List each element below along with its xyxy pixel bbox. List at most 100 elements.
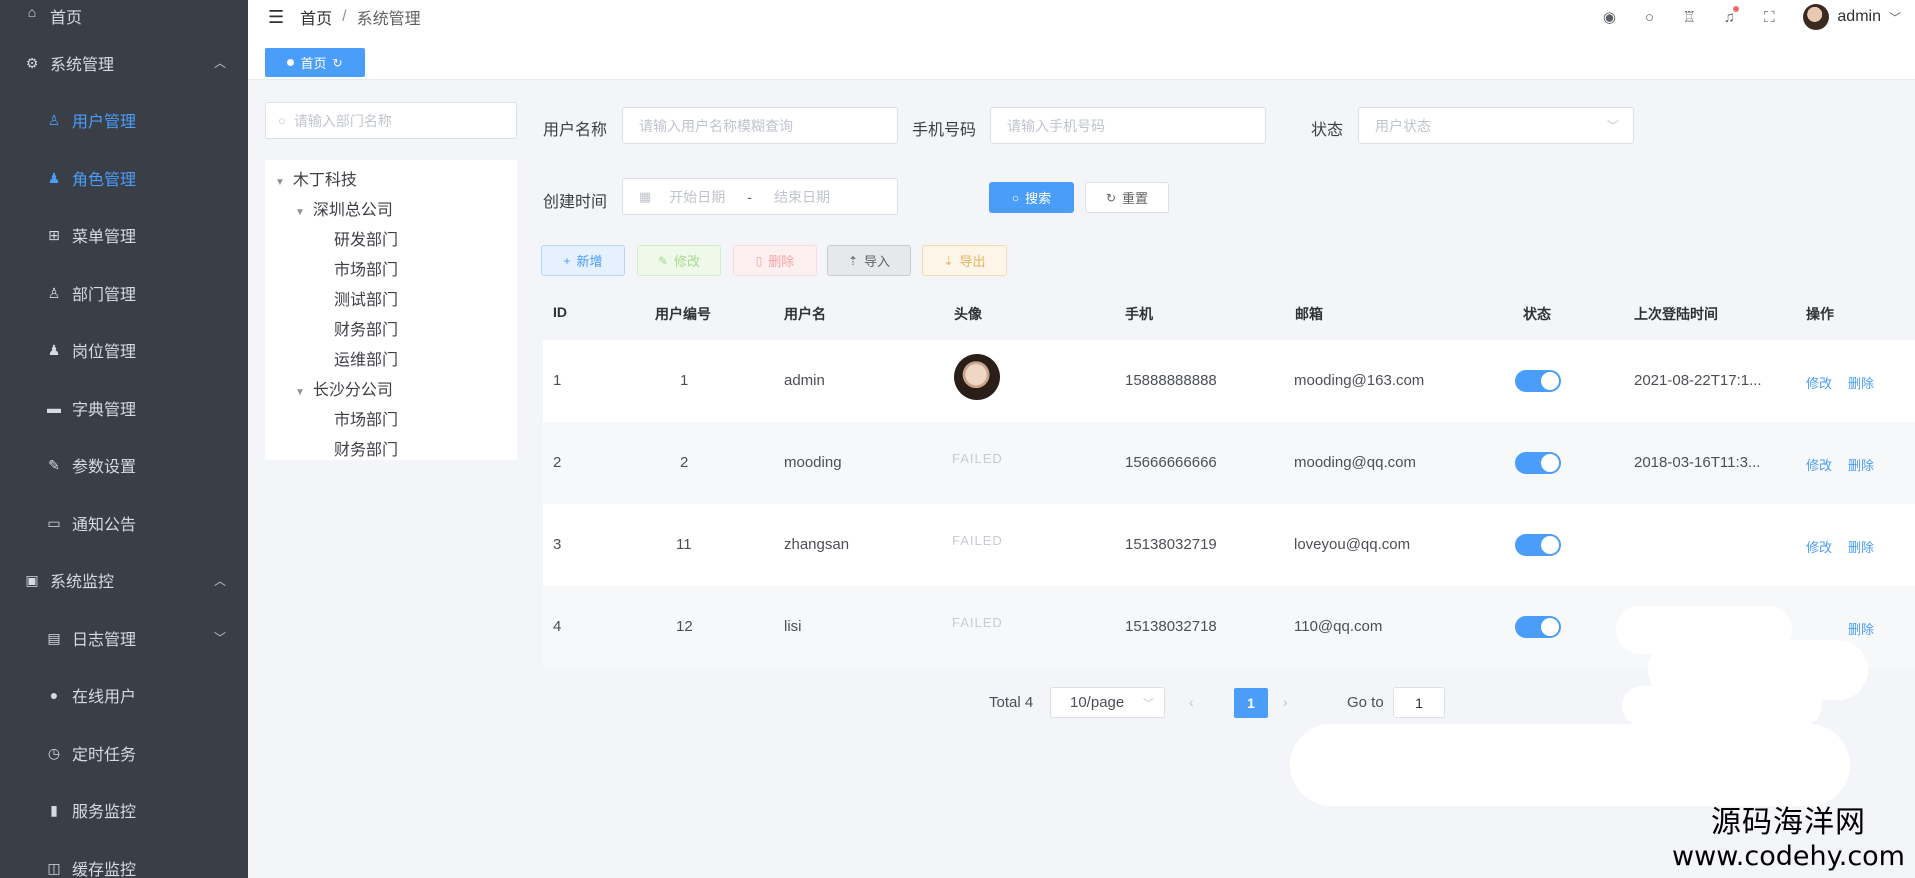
fullscreen-icon[interactable]: ⛶	[1749, 9, 1789, 26]
sidebar-item-label: 字典管理	[72, 401, 137, 419]
import-button[interactable]: ⇡ 导入	[827, 245, 911, 276]
github-icon[interactable]: ◉	[1589, 8, 1629, 26]
avatar[interactable]	[1803, 4, 1830, 30]
export-button[interactable]: ⇣ 导出	[922, 245, 1007, 276]
sidebar-item-posts[interactable]: ♟ 岗位管理	[0, 322, 248, 380]
sidebar-item-system[interactable]: ⚙ 系统管理 ︿	[0, 34, 248, 92]
row-edit-link[interactable]: 修改	[1806, 455, 1832, 474]
tree-node-root[interactable]: ▼ 木丁科技	[275, 166, 357, 190]
tree-node-leaf[interactable]: 研发部门	[334, 226, 398, 250]
sidebar-item-server[interactable]: ▮ 服务监控	[0, 782, 248, 840]
sidebar-item-depts[interactable]: ♙ 部门管理	[0, 264, 248, 322]
refresh-icon[interactable]: ↻	[332, 56, 342, 70]
sidebar-item-dicts[interactable]: ▬ 字典管理	[0, 379, 248, 437]
username-input[interactable]: 请输入用户名称模糊查询	[622, 107, 898, 144]
grid-icon: ⊞	[48, 227, 60, 244]
tree-node-leaf[interactable]: 测试部门	[334, 286, 398, 310]
date-range-picker[interactable]: ▦ 开始日期 - 结束日期	[622, 178, 898, 215]
sidebar-item-jobs[interactable]: ◷ 定时任务	[0, 724, 248, 782]
tree-node-branch[interactable]: ▼ 长沙分公司	[295, 376, 393, 400]
username-label: 用户名称	[543, 122, 608, 139]
caret-down-icon[interactable]: ▼	[275, 177, 285, 188]
status-select[interactable]: 用户状态 ﹀	[1358, 107, 1634, 144]
row-edit-link[interactable]: 修改	[1806, 537, 1832, 556]
sidebar-item-logs[interactable]: ▤ 日志管理 ﹀	[0, 609, 248, 667]
chevron-down-icon[interactable]: ﹀	[1889, 9, 1901, 26]
search-icon[interactable]: ○	[1629, 9, 1669, 26]
reset-button-label: 重置	[1122, 191, 1149, 206]
search-button[interactable]: ○ 搜索	[989, 182, 1074, 213]
row-delete-link[interactable]: 删除	[1848, 455, 1874, 474]
breadcrumb-home[interactable]: 首页	[300, 5, 332, 29]
sidebar-item-label: 岗位管理	[72, 344, 137, 362]
tree-node-leaf[interactable]: 市场部门	[334, 256, 398, 280]
message-icon: ▭	[47, 514, 61, 531]
column-header-id: ID	[553, 304, 567, 320]
sidebar-item-roles[interactable]: ♟ 角色管理	[0, 149, 248, 207]
caret-down-icon[interactable]: ▼	[295, 207, 305, 218]
export-button-label: 导出	[959, 254, 986, 269]
page-size-select[interactable]: 10/page ﹀	[1050, 687, 1165, 718]
chevron-down-icon: ﹀	[1143, 697, 1154, 710]
cell-id: 4	[553, 618, 562, 635]
status-placeholder: 用户状态	[1375, 117, 1431, 134]
phone-input[interactable]: 请输入手机号码	[990, 107, 1266, 144]
redaction-smudge	[1622, 686, 1822, 726]
row-edit-link[interactable]: 修改	[1806, 373, 1832, 392]
bell-icon[interactable]: ♫	[1709, 5, 1749, 26]
hamburger-icon[interactable]: ☰	[268, 7, 284, 28]
sidebar-item-monitor[interactable]: ▣ 系统监控 ︿	[0, 552, 248, 610]
sidebar-item-notices[interactable]: ▭ 通知公告	[0, 494, 248, 552]
search-icon: ○	[278, 113, 286, 128]
sidebar-item-label: 定时任务	[72, 746, 137, 764]
sidebar-item-params[interactable]: ✎ 参数设置	[0, 437, 248, 495]
next-page-icon[interactable]: ›	[1283, 694, 1288, 710]
reset-button[interactable]: ↻ 重置	[1085, 182, 1169, 213]
status-switch[interactable]	[1515, 534, 1561, 556]
dept-search-input[interactable]: ○ 请输入部门名称	[265, 102, 517, 139]
delete-button[interactable]: ▯ 删除	[733, 245, 817, 276]
sidebar-item-label: 首页	[50, 10, 83, 27]
cell-username: mooding	[784, 454, 842, 471]
theme-shirt-icon[interactable]: ♖	[1669, 8, 1709, 26]
column-header-status: 状态	[1523, 306, 1551, 322]
table-row: 2 2 mooding FAILED 15666666666 mooding@q…	[543, 422, 1915, 504]
redaction-smudge	[1290, 724, 1850, 806]
prev-page-icon[interactable]: ‹	[1189, 694, 1194, 710]
row-delete-link[interactable]: 删除	[1848, 619, 1874, 638]
column-header-avatar: 头像	[954, 306, 982, 322]
delete-button-label: 删除	[768, 254, 795, 269]
row-delete-link[interactable]: 删除	[1848, 537, 1874, 556]
sidebar-item-home[interactable]: ⌂ 首页	[0, 0, 248, 34]
sidebar-item-label: 部门管理	[72, 286, 137, 304]
add-button[interactable]: + 新增	[541, 245, 625, 276]
tree-node-leaf[interactable]: 市场部门	[334, 406, 398, 430]
date-separator: -	[747, 188, 752, 205]
sidebar-item-menus[interactable]: ⊞ 菜单管理	[0, 207, 248, 265]
avatar-failed-placeholder: FAILED	[952, 451, 1003, 466]
sidebar-item-cache[interactable]: ◫ 缓存监控	[0, 839, 248, 878]
watermark-line1: 源码海洋网	[1711, 805, 1867, 840]
sidebar-item-users[interactable]: ♙ 用户管理	[0, 92, 248, 150]
row-delete-link[interactable]: 删除	[1848, 373, 1874, 392]
page-size-value: 10/page	[1070, 694, 1125, 711]
edit-button[interactable]: ✎ 修改	[637, 245, 721, 276]
tree-node-label: 长沙分公司	[312, 382, 393, 399]
status-switch[interactable]	[1515, 370, 1561, 392]
cell-email: mooding@163.com	[1294, 372, 1425, 389]
tree-node-branch[interactable]: ▼ 深圳总公司	[295, 196, 393, 220]
avatar-failed-placeholder: FAILED	[952, 615, 1003, 630]
tree-node-leaf[interactable]: 财务部门	[334, 316, 398, 340]
tree-node-leaf[interactable]: 运维部门	[334, 346, 398, 370]
status-switch[interactable]	[1515, 616, 1561, 638]
username[interactable]: admin	[1837, 8, 1881, 26]
tree-node-leaf[interactable]: 财务部门	[334, 436, 398, 460]
caret-down-icon[interactable]: ▼	[295, 387, 305, 398]
status-switch[interactable]	[1515, 452, 1561, 474]
page-number-current[interactable]: 1	[1234, 688, 1268, 718]
sidebar-item-online[interactable]: ● 在线用户	[0, 667, 248, 725]
column-header-username: 用户名	[784, 306, 826, 322]
end-date-placeholder: 结束日期	[773, 188, 830, 205]
goto-page-input[interactable]: 1	[1393, 687, 1445, 718]
tag-home[interactable]: 首页 ↻	[265, 48, 365, 77]
